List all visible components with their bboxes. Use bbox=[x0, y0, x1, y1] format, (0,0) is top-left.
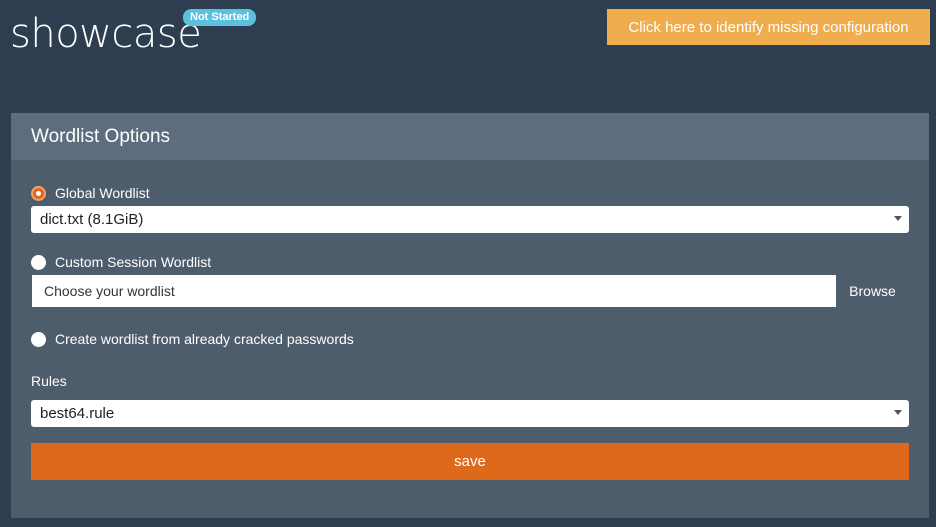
custom-wordlist-option[interactable]: Custom Session Wordlist bbox=[31, 254, 211, 270]
cracked-wordlist-radio[interactable] bbox=[31, 331, 46, 347]
chevron-down-icon bbox=[894, 216, 902, 221]
global-wordlist-select[interactable]: dict.txt (8.1GiB) bbox=[31, 206, 909, 233]
rules-select[interactable]: best64.rule bbox=[31, 400, 909, 427]
cracked-wordlist-label: Create wordlist from already cracked pas… bbox=[55, 331, 354, 347]
rules-value: best64.rule bbox=[40, 405, 115, 422]
save-button[interactable]: save bbox=[31, 443, 909, 480]
identify-missing-config-button[interactable]: Click here to identify missing configura… bbox=[607, 9, 930, 45]
custom-wordlist-file-input[interactable]: Choose your wordlist bbox=[32, 275, 836, 307]
panel-title: Wordlist Options bbox=[31, 125, 171, 147]
rules-label: Rules bbox=[31, 373, 67, 389]
chevron-down-icon bbox=[894, 410, 902, 415]
wordlist-options-panel: Wordlist Options Global Wordlist dict.tx… bbox=[11, 113, 929, 518]
file-input-placeholder: Choose your wordlist bbox=[44, 283, 175, 299]
global-wordlist-label: Global Wordlist bbox=[55, 185, 150, 201]
global-wordlist-radio[interactable] bbox=[31, 185, 46, 201]
custom-wordlist-label: Custom Session Wordlist bbox=[55, 254, 212, 270]
status-badge: Not Started bbox=[183, 9, 257, 26]
cracked-wordlist-option[interactable]: Create wordlist from already cracked pas… bbox=[31, 331, 354, 347]
browse-button[interactable]: Browse bbox=[836, 275, 909, 307]
app-title: showcase bbox=[10, 11, 202, 57]
panel-header: Wordlist Options bbox=[11, 113, 929, 160]
global-wordlist-option[interactable]: Global Wordlist bbox=[31, 185, 150, 201]
custom-wordlist-radio[interactable] bbox=[31, 254, 46, 270]
global-wordlist-value: dict.txt (8.1GiB) bbox=[40, 211, 144, 228]
